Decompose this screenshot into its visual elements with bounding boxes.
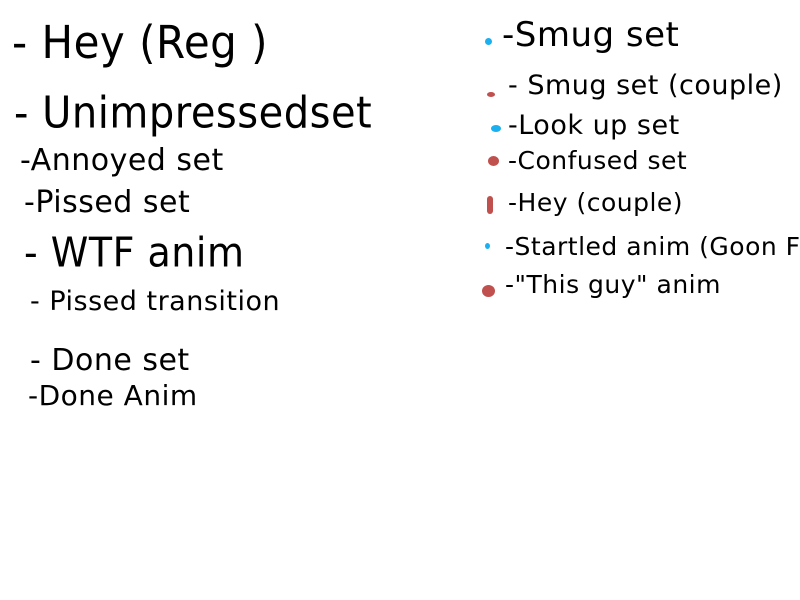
note-unimpressed-set: - Unimpressedset xyxy=(14,88,373,139)
note-smug-set: -Smug set xyxy=(502,15,680,55)
red-marker-dot xyxy=(487,196,493,214)
note-hey-couple: -Hey (couple) xyxy=(508,188,684,217)
note-confused-set: -Confused set xyxy=(508,146,688,175)
note-smug-set-couple: - Smug set (couple) xyxy=(508,70,783,101)
blue-marker-dot xyxy=(491,125,501,132)
blue-marker-dot xyxy=(485,38,492,45)
note-look-up-set: -Look up set xyxy=(508,110,680,141)
note-annoyed-set: -Annoyed set xyxy=(20,143,224,178)
note-hey-reg: - Hey (Reg ) xyxy=(12,15,269,69)
note-startled-anim: -Startled anim (Goon Fel xyxy=(505,232,800,261)
note-wtf-anim: - WTF anim xyxy=(24,228,245,277)
note-pissed-set: -Pissed set xyxy=(24,185,191,220)
note-pissed-transition: - Pissed transition xyxy=(30,286,281,317)
note-done-set: - Done set xyxy=(30,343,190,378)
note-this-guy-anim: -"This guy" anim xyxy=(505,270,721,299)
note-done-anim: -Done Anim xyxy=(28,379,198,412)
red-marker-dot xyxy=(482,285,495,297)
red-marker-dot xyxy=(488,156,499,166)
red-marker-dot xyxy=(487,92,495,97)
blue-marker-dot xyxy=(485,243,490,249)
drawing-canvas: - Hey (Reg ) - Unimpressedset -Annoyed s… xyxy=(0,0,800,600)
